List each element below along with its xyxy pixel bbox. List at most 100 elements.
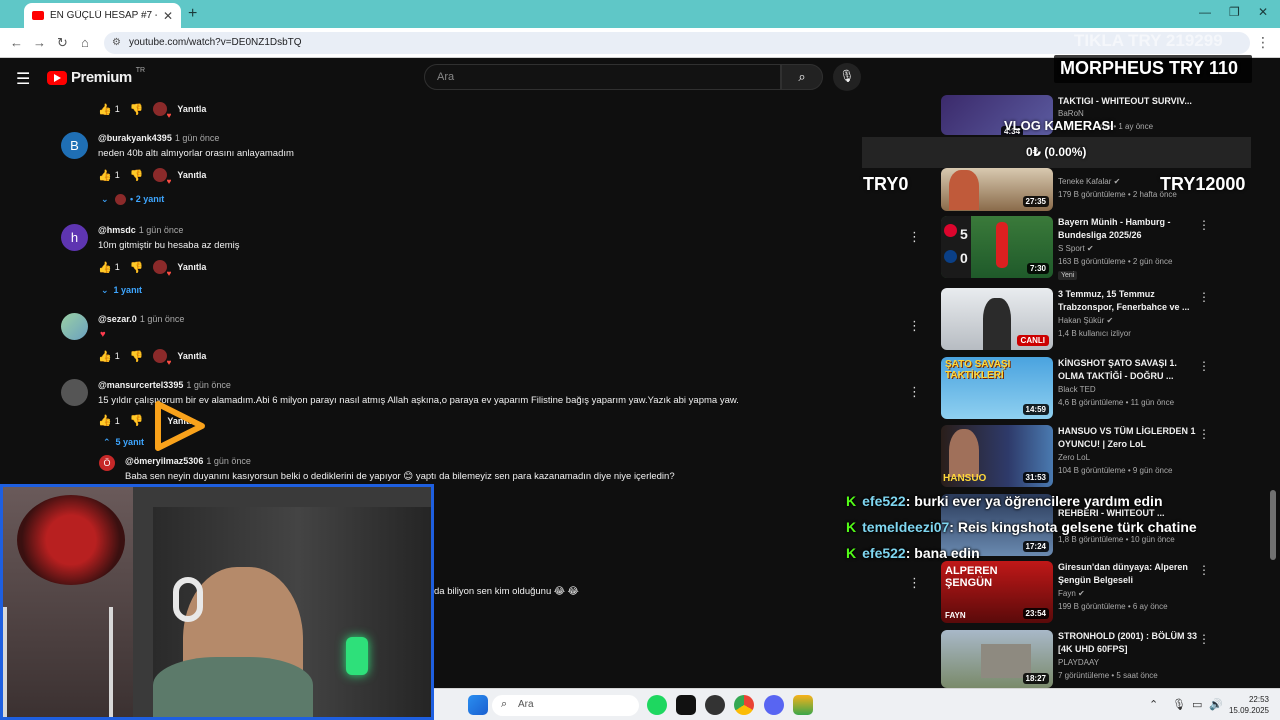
channel-name[interactable]: Teneke Kafalar ✔ <box>1058 177 1120 186</box>
video-menu-icon[interactable]: ⋮ <box>1198 290 1210 304</box>
video-menu-icon[interactable]: ⋮ <box>1198 218 1210 232</box>
video-thumbnail[interactable]: ALPEREN ŞENGÜN FAYN 23:54 <box>941 561 1053 623</box>
avatar[interactable]: h <box>61 224 88 251</box>
dislike-icon[interactable]: 👎 <box>130 350 144 363</box>
comment-author[interactable]: @hmsdc <box>98 225 136 235</box>
reload-icon[interactable]: ↻ <box>57 35 68 51</box>
avatar[interactable]: Ö <box>99 455 115 471</box>
search-input[interactable]: Ara <box>424 64 781 90</box>
video-thumbnail[interactable]: 27:35 <box>941 168 1053 211</box>
comment-time[interactable]: 1 gün önce <box>206 456 251 466</box>
taskbar-clock[interactable]: 22:53 15.09.2025 <box>1223 694 1269 716</box>
voice-search-button[interactable]: 🎙 <box>833 63 861 91</box>
comment-author[interactable]: @sezar.0 <box>98 314 137 324</box>
close-tab-icon[interactable]: ✕ <box>163 9 173 23</box>
tray-network-icon[interactable]: ▭ <box>1192 698 1202 711</box>
new-tab-icon[interactable]: + <box>188 5 197 23</box>
channel-name[interactable]: Black TED <box>1058 385 1096 394</box>
home-icon[interactable]: ⌂ <box>81 35 89 50</box>
show-replies-button[interactable]: ⌄ • 2 yanıt <box>101 194 164 206</box>
video-thumbnail[interactable]: CANLI <box>941 288 1053 350</box>
comment-author[interactable]: @burakyank4395 <box>98 133 172 143</box>
tray-overflow-icon[interactable]: ⌃ <box>1149 698 1158 711</box>
channel-name[interactable]: Hakan Şükür ✔ <box>1058 316 1113 325</box>
video-title[interactable]: KİNGSHOT ŞATO SAVAŞI 1. OLMA TAKTİĞİ - D… <box>1058 357 1198 382</box>
video-title[interactable]: Bayern Münih - Hamburg - Bundesliga 2025… <box>1058 216 1198 241</box>
hamburger-menu-icon[interactable]: ☰ <box>16 69 30 89</box>
comment-time[interactable]: 1 gün önce <box>140 314 185 324</box>
comment-time[interactable]: 1 gün önce <box>186 380 231 390</box>
like-icon[interactable]: 👍 <box>98 414 112 427</box>
video-menu-icon[interactable]: ⋮ <box>1198 632 1210 646</box>
video-thumbnail[interactable]: ŞATO SAVAŞI TAKTİKLERİ 14:59 <box>941 357 1053 419</box>
video-title[interactable]: Giresun'dan dünyaya: Alperen Şengün Belg… <box>1058 561 1198 586</box>
hide-replies-button[interactable]: ⌃ 5 yanıt <box>103 437 144 448</box>
channel-name[interactable]: Zero LoL <box>1058 453 1090 462</box>
forward-icon[interactable]: → <box>33 35 46 50</box>
avatar[interactable]: B <box>61 132 88 159</box>
obs-icon[interactable] <box>705 695 725 715</box>
browser-menu-icon[interactable]: ⋮ <box>1256 34 1270 51</box>
show-replies-button[interactable]: ⌄ 1 yanıt <box>101 285 142 296</box>
reply-button[interactable]: Yanıtla <box>177 170 206 180</box>
windows-start-icon[interactable] <box>468 695 488 715</box>
video-title[interactable]: TAKTIGI - WHITEOUT SURVIV... <box>1058 95 1198 108</box>
comment-author[interactable]: @ömeryilmaz5306 <box>125 456 203 466</box>
bluestacks-icon[interactable] <box>793 695 813 715</box>
dislike-icon[interactable]: 👎 <box>130 414 144 427</box>
restore-icon[interactable]: ❐ <box>1229 5 1240 19</box>
like-icon[interactable]: 👍 <box>98 169 112 182</box>
avatar[interactable] <box>61 313 88 340</box>
discord-icon[interactable] <box>764 695 784 715</box>
taskbar-search-input[interactable]: ⌕ Ara <box>492 695 639 716</box>
recommendation-item[interactable]: CANLI 3 Temmuz, 15 Temmuz Trabzonspor, F… <box>941 288 1241 350</box>
comment-menu-icon[interactable]: ⋮ <box>908 229 921 245</box>
video-menu-icon[interactable]: ⋮ <box>1198 563 1210 577</box>
comment-menu-icon[interactable]: ⋮ <box>908 575 921 591</box>
video-title[interactable]: HANSUO VS TÜM LİGLERDEN 1 OYUNCU! | Zero… <box>1058 425 1198 450</box>
channel-name[interactable]: PLAYDAAY <box>1058 658 1099 667</box>
reply-button[interactable]: Yanıtla <box>177 262 206 272</box>
capcut-icon[interactable] <box>676 695 696 715</box>
close-window-icon[interactable]: ✕ <box>1258 5 1268 19</box>
comment-menu-icon[interactable]: ⋮ <box>908 318 921 334</box>
spotify-icon[interactable] <box>647 695 667 715</box>
video-thumbnail[interactable]: 5 0 7:30 <box>941 216 1053 278</box>
video-menu-icon[interactable]: ⋮ <box>1198 359 1210 373</box>
back-icon[interactable]: ← <box>10 35 23 50</box>
site-info-icon[interactable]: ⚙ <box>112 37 121 48</box>
tray-mic-icon[interactable]: 🎙 <box>1172 698 1186 711</box>
comment-menu-icon[interactable]: ⋮ <box>908 384 921 400</box>
tray-volume-icon[interactable]: 🔊 <box>1209 698 1223 711</box>
browser-tab-active[interactable]: EN GÜÇLÜ HESAP #7 - "Killua" ✕ <box>24 3 181 28</box>
recommendation-item[interactable]: ALPEREN ŞENGÜN FAYN 23:54 Giresun'dan dü… <box>941 561 1241 623</box>
channel-name[interactable]: Fayn ✔ <box>1058 589 1085 598</box>
recommendation-item[interactable]: ŞATO SAVAŞI TAKTİKLERİ 14:59 KİNGSHOT ŞA… <box>941 357 1241 419</box>
comment-author[interactable]: @mansurcertel3395 <box>98 380 183 390</box>
dislike-icon[interactable]: 👎 <box>130 103 144 116</box>
video-title[interactable]: STRONHOLD (2001) : BÖLÜM 33 [4K UHD 60FP… <box>1058 630 1198 655</box>
minimize-icon[interactable]: — <box>1199 5 1211 19</box>
video-menu-icon[interactable]: ⋮ <box>1198 427 1210 441</box>
search-button[interactable]: ⌕ <box>781 64 823 90</box>
video-title[interactable]: 3 Temmuz, 15 Temmuz Trabzonspor, Fenerba… <box>1058 288 1198 313</box>
comment-time[interactable]: 1 gün önce <box>139 225 184 235</box>
video-thumbnail[interactable]: 18:27 <box>941 630 1053 688</box>
channel-name[interactable]: BaRoN <box>1058 109 1084 118</box>
reply-button[interactable]: Yanıtla <box>177 104 206 114</box>
video-thumbnail[interactable]: HANSUO 31:53 <box>941 425 1053 487</box>
chrome-icon[interactable] <box>734 695 754 715</box>
recommendation-item[interactable]: 5 0 7:30 Bayern Münih - Hamburg - Bundes… <box>941 216 1241 280</box>
recommendation-item[interactable]: HANSUO 31:53 HANSUO VS TÜM LİGLERDEN 1 O… <box>941 425 1241 487</box>
page-scrollbar[interactable] <box>1270 490 1276 560</box>
comment-time[interactable]: 1 gün önce <box>175 133 220 143</box>
youtube-logo[interactable]: Premium TR <box>47 67 145 86</box>
channel-name[interactable]: S Sport ✔ <box>1058 244 1094 253</box>
recommendation-item[interactable]: 18:27 STRONHOLD (2001) : BÖLÜM 33 [4K UH… <box>941 630 1241 688</box>
reply-button[interactable]: Yanıtla <box>177 351 206 361</box>
dislike-icon[interactable]: 👎 <box>130 261 144 274</box>
like-icon[interactable]: 👍 <box>98 350 112 363</box>
like-icon[interactable]: 👍 <box>98 103 112 116</box>
dislike-icon[interactable]: 👎 <box>130 169 144 182</box>
like-icon[interactable]: 👍 <box>98 261 112 274</box>
